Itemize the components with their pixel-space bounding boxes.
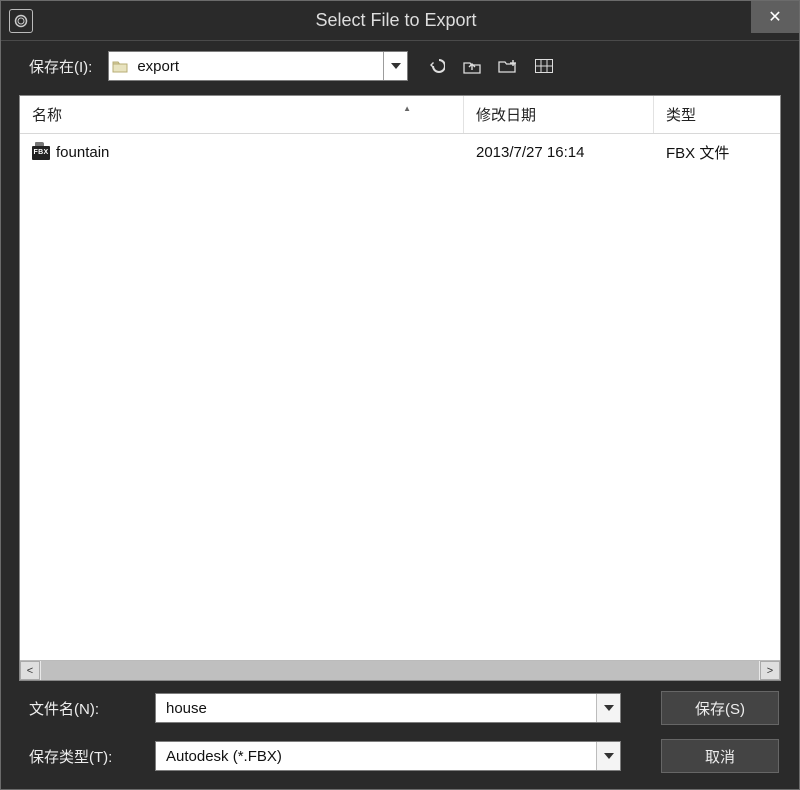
save-button[interactable]: 保存(S) xyxy=(661,691,779,725)
file-list: 名称 ▲ 修改日期 类型 FBX fountain 2013/7/27 16:1… xyxy=(19,95,781,681)
file-type-cell: FBX 文件 xyxy=(654,140,780,165)
filename-combo[interactable] xyxy=(155,693,621,723)
view-grid-icon xyxy=(535,59,553,73)
column-name-label: 名称 xyxy=(32,104,62,125)
chevron-down-icon xyxy=(391,63,401,69)
horizontal-scrollbar[interactable]: < > xyxy=(20,660,780,680)
scroll-right-button[interactable]: > xyxy=(760,661,780,680)
savetype-dropdown[interactable]: Autodesk (*.FBX) xyxy=(155,741,621,771)
file-list-body[interactable]: FBX fountain 2013/7/27 16:14 FBX 文件 xyxy=(20,134,780,660)
savetype-dropdown-button[interactable] xyxy=(596,742,620,770)
column-type-label: 类型 xyxy=(666,104,696,125)
nav-back-button[interactable] xyxy=(424,54,448,78)
titlebar: Select File to Export ✕ xyxy=(1,1,799,41)
cancel-button[interactable]: 取消 xyxy=(661,739,779,773)
export-dialog: Select File to Export ✕ 保存在(I): export xyxy=(0,0,800,790)
lookin-label: 保存在(I): xyxy=(29,56,92,77)
file-modified-cell: 2013/7/27 16:14 xyxy=(464,140,654,165)
fbx-file-icon: FBX xyxy=(32,146,50,160)
savetype-row: 保存类型(T): Autodesk (*.FBX) 取消 xyxy=(29,739,779,773)
bottom-panel: 文件名(N): 保存(S) 保存类型(T): Autodesk (*.FBX) … xyxy=(1,681,799,789)
nav-viewmode-button[interactable] xyxy=(532,54,556,78)
column-modified-label: 修改日期 xyxy=(476,104,536,125)
new-folder-icon xyxy=(498,58,518,74)
up-folder-icon xyxy=(463,58,481,74)
chevron-down-icon xyxy=(604,705,614,711)
filename-row: 文件名(N): 保存(S) xyxy=(29,691,779,725)
list-item[interactable]: FBX fountain 2013/7/27 16:14 FBX 文件 xyxy=(20,134,780,171)
savetype-label: 保存类型(T): xyxy=(29,746,137,767)
column-header-modified[interactable]: 修改日期 xyxy=(464,96,654,133)
nav-up-button[interactable] xyxy=(460,54,484,78)
scroll-track[interactable] xyxy=(41,661,759,680)
filename-dropdown-button[interactable] xyxy=(596,694,620,722)
scroll-left-button[interactable]: < xyxy=(20,661,40,680)
cancel-button-label: 取消 xyxy=(705,746,735,767)
lookin-bar: 保存在(I): export xyxy=(1,41,799,91)
lookin-folder-name: export xyxy=(131,52,383,80)
chevron-down-icon xyxy=(604,753,614,759)
save-button-label: 保存(S) xyxy=(695,698,745,719)
back-icon xyxy=(427,57,445,75)
close-icon: ✕ xyxy=(768,7,781,27)
folder-icon xyxy=(109,52,131,80)
close-button[interactable]: ✕ xyxy=(751,1,799,33)
savetype-value: Autodesk (*.FBX) xyxy=(156,742,596,770)
lookin-folder-dropdown[interactable]: export xyxy=(108,51,408,81)
file-list-header: 名称 ▲ 修改日期 类型 xyxy=(20,96,780,134)
filename-label: 文件名(N): xyxy=(29,698,137,719)
nav-icon-group xyxy=(424,54,556,78)
nav-newfolder-button[interactable] xyxy=(496,54,520,78)
column-header-name[interactable]: 名称 ▲ xyxy=(20,96,464,133)
file-name-cell: fountain xyxy=(56,144,109,161)
column-header-type[interactable]: 类型 xyxy=(654,96,780,133)
window-title: Select File to Export xyxy=(41,10,751,31)
sort-indicator-icon: ▲ xyxy=(403,104,411,113)
app-icon xyxy=(9,9,33,33)
lookin-dropdown-button[interactable] xyxy=(383,52,407,80)
filename-input[interactable] xyxy=(156,694,596,722)
